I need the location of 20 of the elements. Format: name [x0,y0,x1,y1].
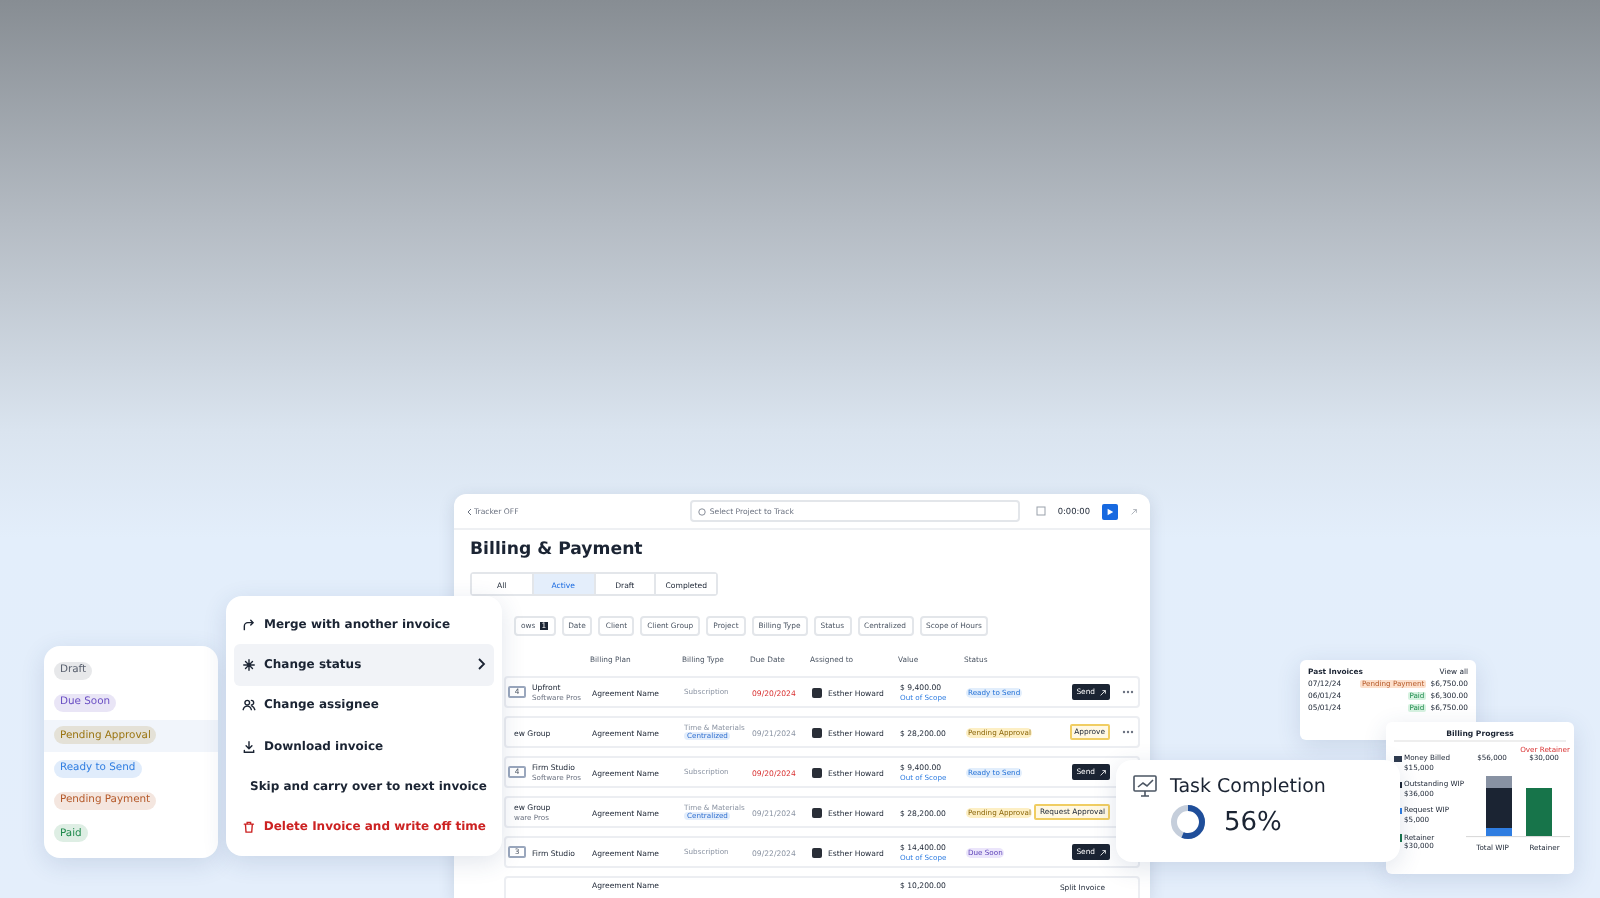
card-title: Task Completion [1170,775,1326,797]
chevron-right-icon [476,658,486,671]
download-icon [242,739,256,754]
progress-ring [1170,804,1206,840]
play-button[interactable] [1102,503,1118,519]
avatar [812,847,822,857]
users-icon [242,698,256,713]
send-arrow-icon [1099,849,1105,855]
sparkle-icon [242,657,256,672]
avatar [812,727,822,737]
completion-percent: 56% [1224,807,1282,837]
trash-icon [242,820,256,835]
send-arrow-icon [1099,769,1105,775]
page-title: Billing & Payment [470,538,645,564]
chart-board-icon [1132,774,1158,798]
send-arrow-icon [1099,689,1105,695]
avatar [812,767,822,777]
merge-arrow-icon [242,617,256,632]
avatar [812,807,822,817]
avatar [812,687,822,697]
